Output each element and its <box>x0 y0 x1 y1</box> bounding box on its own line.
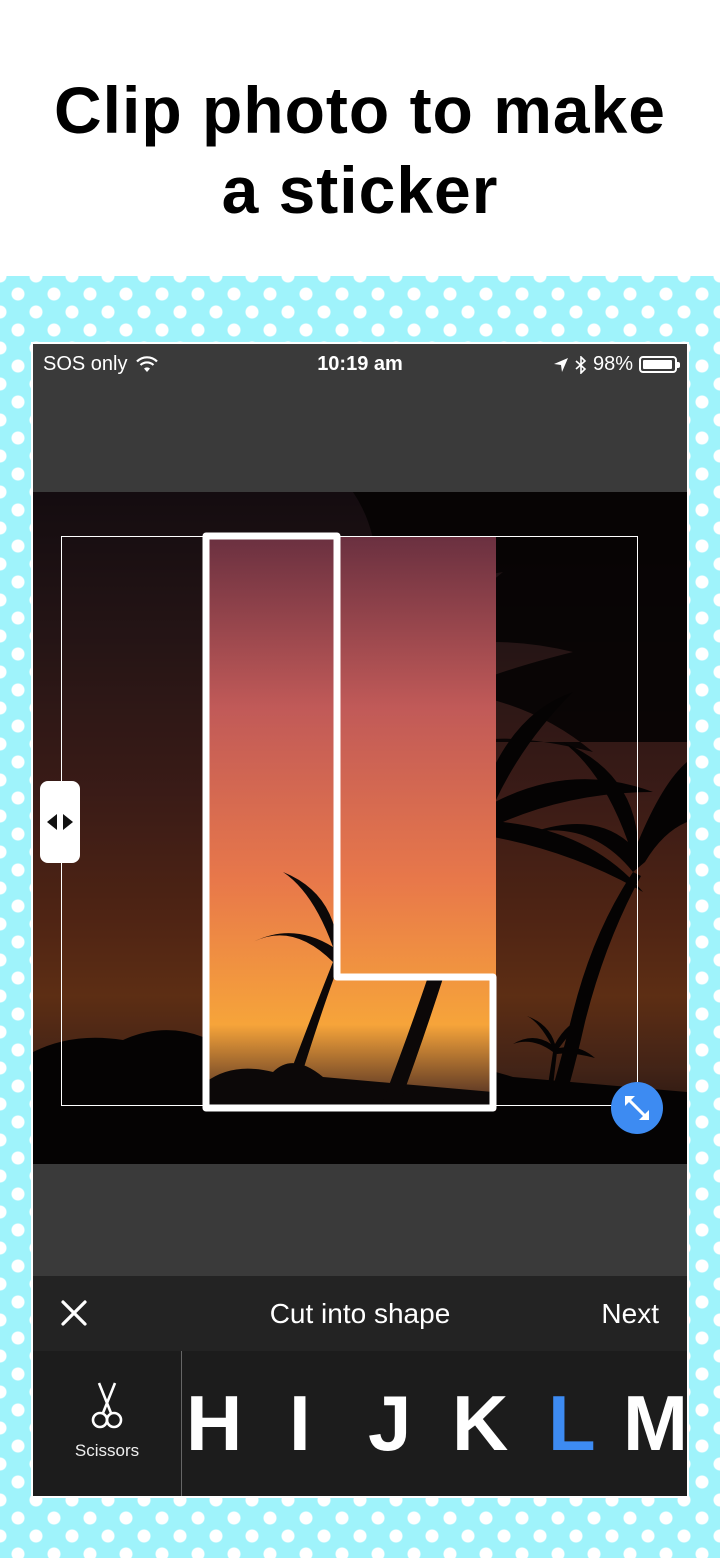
shape-picker: Scissors H I J K L M <box>33 1351 687 1496</box>
resize-icon <box>625 1096 649 1120</box>
next-button[interactable]: Next <box>601 1298 659 1330</box>
promo-header: Clip photo to make a sticker <box>0 0 720 276</box>
location-icon <box>553 357 568 372</box>
battery-icon <box>639 356 680 373</box>
letter-option-m[interactable]: M <box>623 1383 687 1463</box>
edit-toolbar: Cut into shape Next <box>33 1276 687 1351</box>
letter-option-k[interactable]: K <box>452 1383 508 1463</box>
scissors-icon <box>91 1382 123 1429</box>
photo-canvas[interactable] <box>33 492 687 1164</box>
promo-headline: Clip photo to make a sticker <box>0 70 720 230</box>
bluetooth-icon <box>575 355 587 374</box>
scissors-label: Scissors <box>74 1441 140 1460</box>
headline-line-2: a sticker <box>221 153 499 227</box>
letter-option-j[interactable]: J <box>368 1383 411 1463</box>
status-right: 98% <box>553 353 680 376</box>
scissors-tool-button[interactable]: Scissors <box>33 1351 182 1496</box>
battery-percent: 98% <box>592 353 633 375</box>
crop-frame[interactable] <box>61 536 638 1106</box>
letter-option-h[interactable]: H <box>186 1383 242 1463</box>
headline-line-1: Clip photo to make <box>54 73 666 147</box>
status-bar: SOS only 10:19 am 98% <box>33 344 687 384</box>
letter-option-i[interactable]: I <box>289 1383 311 1463</box>
resize-button[interactable] <box>611 1082 663 1134</box>
toolbar-title: Cut into shape <box>269 1298 451 1329</box>
letter-shape-list: H I J K L M <box>182 1351 687 1496</box>
phone-screen: SOS only 10:19 am 98% Cut into shape Nex… <box>31 342 689 1498</box>
letter-option-l-selected[interactable]: L <box>548 1383 596 1463</box>
width-drag-handle[interactable] <box>40 781 80 863</box>
horizontal-resize-icon <box>47 814 73 830</box>
